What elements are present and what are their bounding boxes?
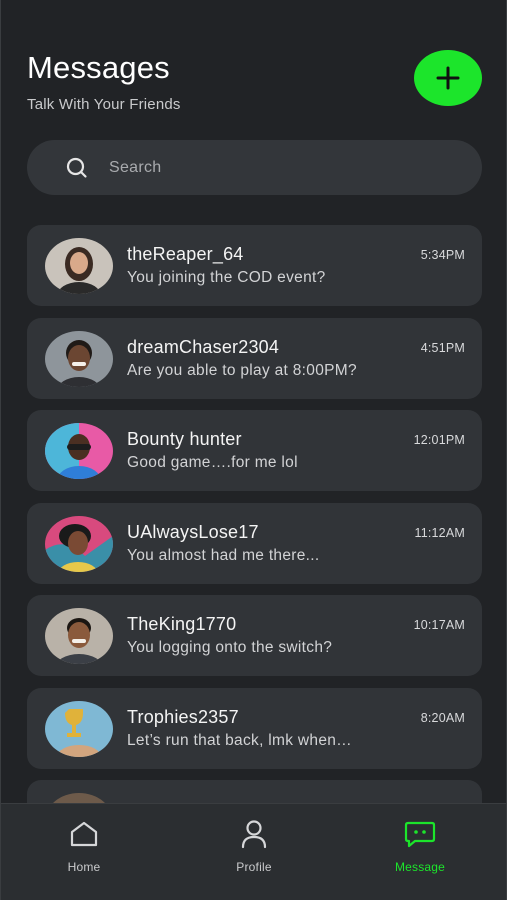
message-time: 12:01PM [413,433,465,447]
message-time: 4:51PM [420,340,465,355]
avatar [45,608,113,664]
avatar [45,423,113,479]
message-preview: You logging onto the switch? [127,639,333,656]
conversation-list: theReaper_64 You joining the COD event? … [27,225,482,873]
message-preview: Are you able to play at 8:00PM? [127,361,357,379]
page-subtitle: Talk With Your Friends [27,96,181,113]
chat-icon [404,821,436,848]
message-time: 8:20AM [420,710,465,725]
message-preview: Good game….for me lol [127,454,298,471]
avatar [45,330,113,387]
avatar [45,238,113,294]
avatar [45,515,113,572]
message-time: 11:12AM [414,525,465,540]
person-icon [241,820,267,849]
new-message-button[interactable] [414,50,482,106]
nav-home-label: Home [67,860,101,874]
message-preview: You almost had me there... [127,546,320,564]
search-icon [66,157,87,178]
contact-name: dreamChaser2304 [127,336,280,357]
message-time: 5:34PM [420,248,465,262]
messages-screen: Messages Talk With Your Friends Search t… [0,0,507,900]
bottom-navigation: Home Profile Message [1,803,506,900]
contact-name: theReaper_64 [127,244,244,264]
nav-profile[interactable]: Profile [204,818,304,874]
message-time: 10:17AM [413,618,465,632]
avatar [45,700,113,757]
message-preview: You joining the COD event? [127,269,326,286]
conversation-item[interactable]: UAlwaysLose17 You almost had me there...… [27,502,482,584]
search-bar[interactable]: Search [27,140,482,195]
plus-icon [436,66,460,90]
conversation-item[interactable]: Trophies2357 Let’s run that back, lmk wh… [27,687,482,769]
conversation-item[interactable]: dreamChaser2304 Are you able to play at … [27,317,482,399]
nav-home[interactable]: Home [34,818,134,874]
nav-message[interactable]: Message [370,818,470,874]
nav-message-label: Message [394,860,446,874]
page-title: Messages [27,50,170,85]
search-placeholder[interactable]: Search [109,159,162,177]
contact-name: Trophies2357 [127,706,239,727]
conversation-item[interactable]: TheKing1770 You logging onto the switch?… [27,595,482,676]
conversation-item[interactable]: Bounty hunter Good game….for me lol 12:0… [27,410,482,491]
header: Messages Talk With Your Friends [27,50,181,113]
conversation-item[interactable]: theReaper_64 You joining the COD event? … [27,225,482,306]
home-icon [70,821,98,847]
contact-name: Bounty hunter [127,429,242,449]
contact-name: UAlwaysLose17 [127,521,259,542]
nav-profile-label: Profile [236,860,272,874]
contact-name: TheKing1770 [127,614,237,634]
message-preview: Let’s run that back, lmk when… [127,731,352,749]
